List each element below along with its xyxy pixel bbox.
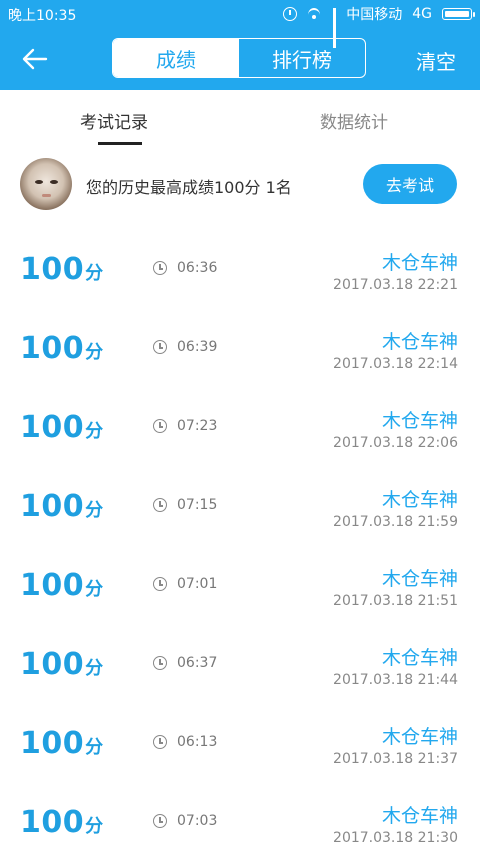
record-date: 2017.03.18 21:51 bbox=[333, 593, 458, 609]
network-text: 4G bbox=[412, 6, 432, 22]
record-date: 2017.03.18 21:37 bbox=[333, 751, 458, 767]
subtab-statistics[interactable]: 数据统计 bbox=[320, 108, 388, 133]
tab-leaderboard[interactable]: 排行榜 bbox=[239, 39, 365, 77]
record-score: 100分 bbox=[20, 489, 104, 524]
profile-row: 您的历史最高成绩100分 1名 去考试 bbox=[0, 146, 480, 228]
clock-icon bbox=[153, 261, 167, 275]
record-score: 100分 bbox=[20, 331, 104, 366]
record-date: 2017.03.18 21:30 bbox=[333, 830, 458, 846]
record-duration: 07:01 bbox=[177, 576, 218, 592]
score-unit: 分 bbox=[85, 500, 104, 521]
record-row[interactable]: 100分 06:36 木仓车神 2017.03.18 22:21 bbox=[0, 230, 480, 309]
clock-icon bbox=[153, 577, 167, 591]
sub-tabs: 考试记录 数据统计 bbox=[0, 90, 480, 146]
score-unit: 分 bbox=[85, 737, 104, 758]
status-bar: 晚上10:35 中国移动 4G bbox=[0, 0, 480, 48]
header: 成绩 排行榜 清空 bbox=[0, 28, 480, 90]
battery-icon bbox=[442, 8, 475, 20]
alarm-icon bbox=[283, 7, 298, 21]
record-row[interactable]: 100分 06:37 木仓车神 2017.03.18 21:44 bbox=[0, 625, 480, 704]
go-exam-button[interactable]: 去考试 bbox=[363, 164, 457, 204]
clock-icon bbox=[153, 498, 167, 512]
status-time: 晚上10:35 bbox=[8, 8, 77, 24]
record-date: 2017.03.18 22:14 bbox=[333, 356, 458, 372]
record-row[interactable]: 100分 06:13 木仓车神 2017.03.18 21:37 bbox=[0, 704, 480, 783]
record-duration: 06:39 bbox=[177, 339, 218, 355]
record-score: 100分 bbox=[20, 252, 104, 287]
record-date: 2017.03.18 22:21 bbox=[333, 277, 458, 293]
clock-icon bbox=[153, 735, 167, 749]
avatar bbox=[20, 158, 72, 210]
subtab-exam-records[interactable]: 考试记录 bbox=[80, 108, 148, 133]
record-user: 木仓车神 bbox=[381, 805, 458, 827]
record-date: 2017.03.18 21:59 bbox=[333, 514, 458, 530]
record-row[interactable]: 100分 07:03 木仓车神 2017.03.18 21:30 bbox=[0, 783, 480, 853]
record-duration: 06:37 bbox=[177, 655, 218, 671]
record-user: 木仓车神 bbox=[381, 489, 458, 511]
best-score-text: 您的历史最高成绩100分 1名 bbox=[86, 178, 292, 197]
score-unit: 分 bbox=[85, 658, 104, 679]
record-user: 木仓车神 bbox=[381, 647, 458, 669]
back-button[interactable] bbox=[20, 42, 60, 76]
record-score: 100分 bbox=[20, 568, 104, 603]
score-unit: 分 bbox=[85, 421, 104, 442]
score-unit: 分 bbox=[85, 263, 104, 284]
record-user: 木仓车神 bbox=[381, 331, 458, 353]
top-bar: 晚上10:35 中国移动 4G 成绩 排行榜 清空 bbox=[0, 0, 480, 90]
record-duration: 07:03 bbox=[177, 813, 218, 829]
record-row[interactable]: 100分 07:23 木仓车神 2017.03.18 22:06 bbox=[0, 388, 480, 467]
score-unit: 分 bbox=[85, 342, 104, 363]
record-row[interactable]: 100分 07:15 木仓车神 2017.03.18 21:59 bbox=[0, 467, 480, 546]
clock-icon bbox=[153, 656, 167, 670]
app-screen: 晚上10:35 中国移动 4G 成绩 排行榜 清空 考试记录 数据统计 您的历史… bbox=[0, 0, 480, 853]
clock-icon bbox=[153, 340, 167, 354]
record-duration: 06:36 bbox=[177, 260, 218, 276]
record-duration: 06:13 bbox=[177, 734, 218, 750]
wifi-icon bbox=[307, 8, 323, 20]
record-user: 木仓车神 bbox=[381, 568, 458, 590]
clear-button[interactable]: 清空 bbox=[416, 46, 456, 75]
score-unit: 分 bbox=[85, 816, 104, 837]
record-score: 100分 bbox=[20, 805, 104, 840]
record-date: 2017.03.18 21:44 bbox=[333, 672, 458, 688]
score-unit: 分 bbox=[85, 579, 104, 600]
record-user: 木仓车神 bbox=[381, 726, 458, 748]
record-user: 木仓车神 bbox=[381, 252, 458, 274]
record-duration: 07:23 bbox=[177, 418, 218, 434]
record-date: 2017.03.18 22:06 bbox=[333, 435, 458, 451]
arrow-left-icon bbox=[22, 48, 48, 70]
tab-scores[interactable]: 成绩 bbox=[113, 39, 239, 77]
record-score: 100分 bbox=[20, 647, 104, 682]
clock-icon bbox=[153, 814, 167, 828]
header-segmented-control: 成绩 排行榜 bbox=[112, 38, 366, 78]
carrier-text: 中国移动 bbox=[346, 7, 403, 23]
clock-icon bbox=[153, 419, 167, 433]
signal-icon bbox=[333, 8, 337, 48]
record-user: 木仓车神 bbox=[381, 410, 458, 432]
record-score: 100分 bbox=[20, 726, 104, 761]
record-score: 100分 bbox=[20, 410, 104, 445]
record-duration: 07:15 bbox=[177, 497, 218, 513]
record-row[interactable]: 100分 06:39 木仓车神 2017.03.18 22:14 bbox=[0, 309, 480, 388]
status-right: 中国移动 4G bbox=[283, 4, 475, 48]
active-tab-indicator bbox=[98, 142, 142, 145]
record-row[interactable]: 100分 07:01 木仓车神 2017.03.18 21:51 bbox=[0, 546, 480, 625]
record-list: 100分 06:36 木仓车神 2017.03.18 22:21 100分 06… bbox=[0, 230, 480, 853]
